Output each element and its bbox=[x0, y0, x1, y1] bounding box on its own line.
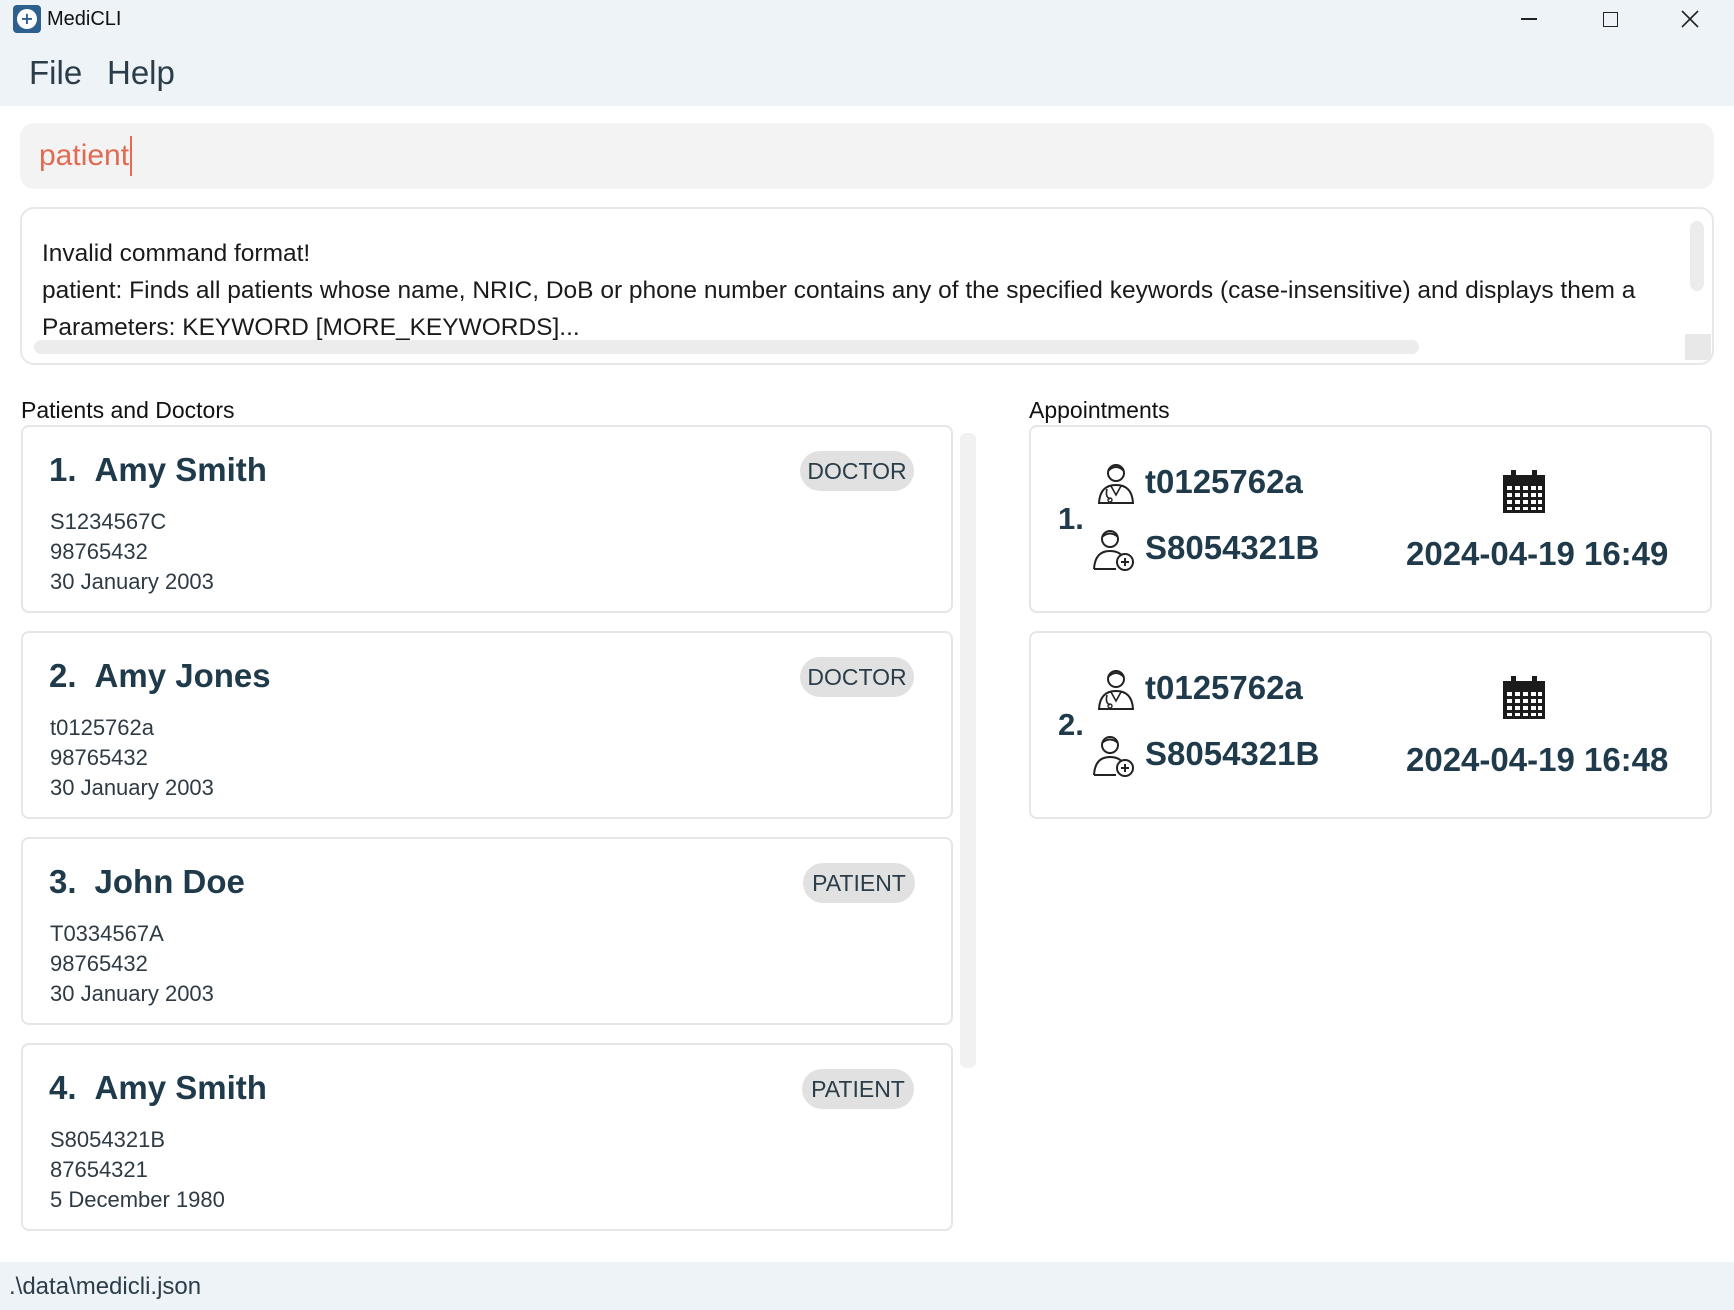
person-nric: S8054321B bbox=[50, 1127, 165, 1152]
role-badge: PATIENT bbox=[802, 1069, 914, 1109]
people-list-heading: Patients and Doctors bbox=[21, 397, 235, 423]
save-location-path: .\data\medicli.json bbox=[9, 1273, 202, 1300]
person-name-text: Amy Smith bbox=[94, 1069, 267, 1106]
person-dob: 30 January 2003 bbox=[50, 775, 214, 800]
command-input-text: patient bbox=[39, 139, 130, 172]
status-bar: .\data\medicli.json bbox=[0, 1262, 1734, 1310]
close-icon bbox=[1681, 10, 1699, 28]
result-line: Invalid command format! bbox=[42, 240, 311, 267]
calendar-icon bbox=[1503, 676, 1545, 719]
menu-file[interactable]: File bbox=[29, 54, 82, 92]
maximize-button[interactable] bbox=[1570, 0, 1650, 38]
result-line: patient: Finds all patients whose name, … bbox=[42, 277, 1636, 304]
person-card[interactable]: 4. Amy Smith PATIENT S8054321B 87654321 5… bbox=[21, 1043, 953, 1231]
appointments-list-heading: Appointments bbox=[1029, 397, 1170, 423]
person-index: 4. bbox=[49, 1069, 77, 1106]
person-name: 3. John Doe bbox=[49, 863, 245, 901]
patient-icon bbox=[1093, 530, 1134, 571]
person-name: 2. Amy Jones bbox=[49, 657, 271, 695]
menu-help[interactable]: Help bbox=[107, 54, 175, 92]
person-card[interactable]: 2. Amy Jones DOCTOR t0125762a 98765432 30… bbox=[21, 631, 953, 819]
appointment-index: 1. bbox=[1058, 501, 1084, 536]
appointment-card[interactable]: 1. t0125762a S8054321B 2024-04-19 16:49 bbox=[1029, 425, 1712, 613]
person-phone: 98765432 bbox=[50, 745, 148, 770]
person-name: 4. Amy Smith bbox=[49, 1069, 267, 1107]
role-badge: PATIENT bbox=[803, 863, 915, 903]
calendar-icon bbox=[1503, 470, 1545, 513]
appointment-index: 2. bbox=[1058, 707, 1084, 742]
appointment-doctor-id: t0125762a bbox=[1145, 669, 1303, 706]
people-list-scrollbar[interactable] bbox=[960, 433, 976, 1068]
person-dob: 5 December 1980 bbox=[50, 1187, 225, 1212]
person-nric: T0334567A bbox=[50, 921, 164, 946]
result-display[interactable]: Invalid command format! patient: Finds a… bbox=[20, 207, 1714, 365]
person-card[interactable]: 3. John Doe PATIENT T0334567A 98765432 30… bbox=[21, 837, 953, 1025]
medicli-logo-icon: + bbox=[13, 5, 41, 33]
appointment-card[interactable]: 2. t0125762a S8054321B 2024-04-19 16:48 bbox=[1029, 631, 1712, 819]
appointment-doctor-id: t0125762a bbox=[1145, 463, 1303, 500]
menu-bar: File Help bbox=[0, 38, 1734, 106]
title-bar: + MediCLI bbox=[0, 0, 1734, 38]
minimize-button[interactable] bbox=[1489, 0, 1569, 38]
command-input[interactable]: patient bbox=[20, 123, 1714, 189]
minimize-icon bbox=[1521, 18, 1537, 20]
patient-icon bbox=[1093, 736, 1134, 777]
person-name-text: Amy Jones bbox=[94, 657, 271, 694]
text-caret bbox=[130, 136, 133, 176]
maximize-icon bbox=[1602, 11, 1618, 27]
person-card[interactable]: 1. Amy Smith DOCTOR S1234567C 98765432 30… bbox=[21, 425, 953, 613]
person-name-text: John Doe bbox=[94, 863, 245, 900]
appointment-datetime: 2024-04-19 16:48 bbox=[1406, 741, 1669, 778]
window-title: MediCLI bbox=[47, 8, 122, 30]
person-dob: 30 January 2003 bbox=[50, 981, 214, 1006]
appointment-patient-id: S8054321B bbox=[1145, 735, 1320, 772]
result-vertical-scrollbar[interactable] bbox=[1690, 221, 1704, 291]
person-index: 1. bbox=[49, 451, 77, 488]
person-index: 3. bbox=[49, 863, 77, 900]
person-name: 1. Amy Smith bbox=[49, 451, 267, 489]
person-nric: S1234567C bbox=[50, 509, 167, 534]
role-badge: DOCTOR bbox=[800, 657, 914, 697]
person-phone: 87654321 bbox=[50, 1157, 148, 1182]
close-button[interactable] bbox=[1650, 0, 1730, 38]
person-name-text: Amy Smith bbox=[94, 451, 267, 488]
person-index: 2. bbox=[49, 657, 77, 694]
scrollbar-corner bbox=[1685, 334, 1711, 360]
doctor-icon bbox=[1097, 670, 1135, 710]
person-phone: 98765432 bbox=[50, 539, 148, 564]
result-horizontal-scrollbar[interactable] bbox=[34, 340, 1419, 354]
person-nric: t0125762a bbox=[50, 715, 154, 740]
role-badge: DOCTOR bbox=[800, 451, 914, 491]
person-phone: 98765432 bbox=[50, 951, 148, 976]
result-text: Invalid command format! patient: Finds a… bbox=[42, 235, 1692, 346]
appointment-datetime: 2024-04-19 16:49 bbox=[1406, 535, 1669, 572]
person-dob: 30 January 2003 bbox=[50, 569, 214, 594]
appointment-patient-id: S8054321B bbox=[1145, 529, 1320, 566]
doctor-icon bbox=[1097, 464, 1135, 504]
